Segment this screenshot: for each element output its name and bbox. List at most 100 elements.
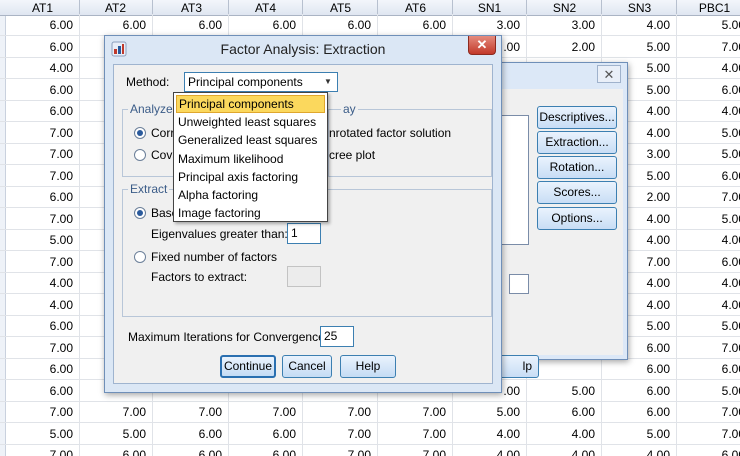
table-cell[interactable]: 5.00 [528, 379, 602, 402]
back-dialog-close-button[interactable]: ✕ [597, 65, 621, 83]
extraction-button[interactable]: Extraction... [537, 131, 617, 154]
table-cell[interactable]: 4.00 [678, 272, 740, 294]
table-cell[interactable]: 7.00 [304, 444, 378, 456]
table-cell[interactable]: 6.00 [678, 251, 740, 273]
table-cell[interactable]: 5.00 [453, 401, 527, 423]
table-cell[interactable]: 6.00 [155, 444, 229, 456]
table-cell[interactable]: 7.00 [6, 164, 80, 187]
table-cell[interactable]: 6.00 [603, 358, 677, 380]
table-cell[interactable]: 7.00 [155, 401, 229, 423]
method-option-maximum-likelihood[interactable]: Maximum likelihood [176, 150, 325, 168]
options-button[interactable]: Options... [537, 207, 617, 230]
table-cell[interactable]: 6.00 [6, 358, 80, 380]
table-cell[interactable]: 4.00 [678, 229, 740, 251]
table-cell[interactable]: 5.00 [678, 122, 740, 144]
table-cell[interactable]: 5.00 [678, 380, 740, 402]
extract-fixed-radio[interactable] [134, 251, 146, 263]
table-cell[interactable]: 7.00 [379, 422, 453, 445]
table-cell[interactable]: 6.00 [155, 422, 229, 445]
table-cell[interactable]: 6.00 [6, 100, 80, 122]
table-cell[interactable]: 6.00 [6, 78, 80, 101]
method-option-unweighted-least-squares[interactable]: Unweighted least squares [176, 113, 325, 131]
table-cell[interactable]: 7.00 [6, 143, 80, 165]
table-cell[interactable]: 7.00 [678, 36, 740, 58]
table-cell[interactable]: 7.00 [79, 401, 153, 423]
table-cell[interactable]: 7.00 [6, 121, 80, 144]
table-cell[interactable]: 7.00 [379, 401, 453, 423]
scree-plot-label[interactable]: cree plot [329, 148, 375, 162]
cancel-button[interactable]: Cancel [282, 355, 332, 378]
table-cell[interactable]: 5.00 [603, 35, 677, 58]
table-cell[interactable]: 6.00 [379, 14, 453, 36]
table-cell[interactable]: 7.00 [6, 336, 80, 359]
table-cell[interactable]: 6.00 [79, 444, 153, 456]
table-cell[interactable]: 6.00 [229, 14, 303, 36]
table-cell[interactable]: 6.00 [678, 165, 740, 187]
table-cell[interactable]: 7.00 [6, 401, 80, 423]
table-cell[interactable]: 6.00 [6, 379, 80, 402]
selection-field[interactable] [509, 274, 529, 294]
table-cell[interactable]: 7.00 [304, 401, 378, 423]
table-cell[interactable]: 6.00 [678, 358, 740, 380]
table-cell[interactable]: 5.00 [678, 208, 740, 230]
table-cell[interactable]: 4.00 [6, 57, 80, 79]
table-cell[interactable]: 6.00 [603, 379, 677, 402]
method-option-alpha-factoring[interactable]: Alpha factoring [176, 186, 325, 204]
max-iterations-input[interactable]: 25 [320, 326, 354, 347]
table-cell[interactable]: 7.00 [678, 337, 740, 359]
table-cell[interactable]: 5.00 [79, 422, 153, 445]
table-cell[interactable]: 5.00 [6, 229, 80, 251]
table-cell[interactable]: 4.00 [6, 272, 80, 294]
method-option-generalized-least-squares[interactable]: Generalized least squares [176, 131, 325, 149]
descriptives-button[interactable]: Descriptives... [537, 106, 617, 129]
table-cell[interactable]: 6.00 [678, 444, 740, 456]
method-option-principal-components[interactable]: Principal components [176, 95, 325, 113]
table-cell[interactable]: 7.00 [678, 401, 740, 423]
table-cell[interactable]: 6.00 [6, 35, 80, 58]
unrotated-solution-label[interactable]: nrotated factor solution [329, 126, 451, 140]
table-cell[interactable]: 6.00 [229, 422, 303, 445]
analyze-covariance-radio[interactable] [134, 149, 146, 161]
table-cell[interactable]: 4.00 [528, 422, 602, 445]
variables-list[interactable] [499, 115, 529, 245]
table-cell[interactable]: 7.00 [304, 422, 378, 445]
table-cell[interactable]: 4.00 [528, 444, 602, 456]
table-cell[interactable]: 4.00 [6, 293, 80, 316]
method-select[interactable]: Principal components ▼ [184, 72, 338, 92]
table-cell[interactable]: 4.00 [678, 57, 740, 79]
analyze-correlation-radio[interactable] [134, 127, 146, 139]
factors-to-extract-input[interactable] [287, 266, 321, 287]
table-cell[interactable]: 5.00 [603, 422, 677, 445]
extract-eigenvalue-radio[interactable] [134, 207, 146, 219]
table-cell[interactable]: 7.00 [6, 207, 80, 230]
table-cell[interactable]: 5.00 [678, 315, 740, 337]
table-cell[interactable]: 4.00 [678, 100, 740, 122]
table-cell[interactable]: 6.00 [6, 315, 80, 337]
table-cell[interactable]: 5.00 [678, 14, 740, 36]
table-cell[interactable]: 7.00 [6, 444, 80, 456]
table-cell[interactable]: 7.00 [379, 444, 453, 456]
table-cell[interactable]: 4.00 [453, 422, 527, 445]
table-cell[interactable]: 4.00 [453, 444, 527, 456]
table-cell[interactable] [528, 358, 602, 380]
table-cell[interactable]: 4.00 [678, 294, 740, 316]
table-cell[interactable]: 3.00 [528, 14, 602, 36]
eigenvalues-input[interactable]: 1 [287, 223, 321, 244]
back-help-button[interactable]: lp [499, 355, 539, 378]
close-button[interactable]: ✕ [468, 36, 496, 55]
help-button[interactable]: Help [340, 355, 396, 378]
rotation-button[interactable]: Rotation... [537, 156, 617, 179]
table-cell[interactable]: 7.00 [6, 250, 80, 273]
table-cell[interactable]: 6.00 [678, 79, 740, 101]
table-cell[interactable]: 4.00 [603, 444, 677, 456]
scores-button[interactable]: Scores... [537, 181, 617, 204]
table-cell[interactable]: 2.00 [528, 35, 602, 58]
table-cell[interactable]: 6.00 [6, 14, 80, 36]
table-cell[interactable]: 7.00 [229, 401, 303, 423]
table-cell[interactable]: 7.00 [678, 423, 740, 445]
table-cell[interactable]: 4.00 [603, 14, 677, 36]
table-cell[interactable]: 6.00 [155, 14, 229, 36]
table-cell[interactable]: 7.00 [678, 186, 740, 208]
table-cell[interactable]: 6.00 [79, 14, 153, 36]
table-cell[interactable]: 6.00 [6, 186, 80, 208]
